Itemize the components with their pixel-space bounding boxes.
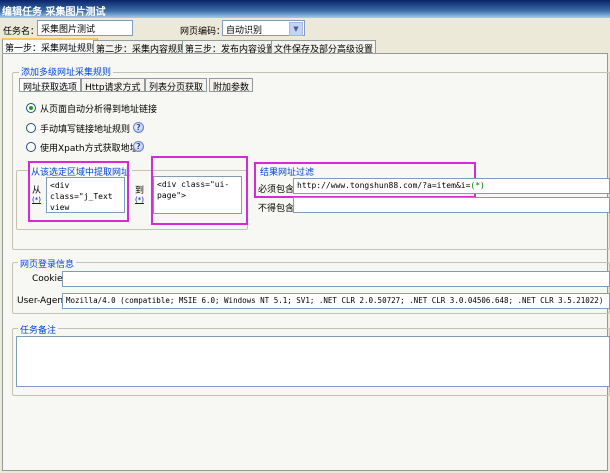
radio-xpath-dot[interactable] [26,142,36,152]
radio-manual-rule-label: 手动填写链接地址规则 [40,125,131,135]
help-icon[interactable]: ? [133,141,144,152]
user-agent-input[interactable]: Mozilla/4.0 (compatible; MSIE 6.0; Windo… [62,293,610,309]
radio-xpath[interactable]: 使用Xpath方式获取地址 [26,141,226,154]
filter-group-title: 结果网址过滤 [258,165,317,178]
subtab-url-options[interactable]: 网址获取选项 [19,78,82,93]
start-marker-input[interactable]: <div class="j_Text view clearfix"> [46,177,125,213]
to-token-link[interactable]: (*) [135,196,144,204]
radio-xpath-label: 使用Xpath方式获取地址 [40,144,139,154]
cookie-input[interactable] [62,271,610,287]
encoding-value: 自动识别 [226,26,263,36]
from-token-link[interactable]: (*) [32,196,41,204]
notes-textarea[interactable] [16,336,610,387]
subtab-extra-params[interactable]: 附加参数 [209,78,254,93]
must-include-value: http://www.tongshun88.com/?a=item&i= [297,181,471,190]
task-name-label: 任务名： [3,27,40,37]
task-name-input[interactable]: 采集图片测试 [37,20,133,36]
to-label: 到 [135,186,145,196]
subtab-extra-params-label: 附加参数 [213,83,250,93]
login-group-title: 网页登录信息 [18,257,77,270]
subtab-list-paging-label: 列表分页获取 [149,83,204,93]
from-label: 从 [32,186,42,196]
notes-group-title: 任务备注 [18,323,59,336]
window-titlebar: 编辑任务 采集图片测试 [0,0,610,18]
subtab-http-method[interactable]: Http请求方式 [81,78,145,93]
chevron-down-icon[interactable]: ▼ [289,22,303,36]
cookie-label: Cookie [32,274,63,284]
radio-auto-analyze-dot[interactable] [26,103,36,113]
subtab-http-method-label: Http请求方式 [85,83,141,93]
tab-step3[interactable]: 第三步：发布内容设置 [182,40,279,55]
help-icon[interactable]: ? [133,122,144,133]
subtab-list-paging[interactable]: 列表分页获取 [145,78,208,93]
radio-auto-analyze[interactable]: 从页面自动分析得到地址链接 [26,102,226,115]
tab-advanced[interactable]: 文件保存及部分高级设置 [271,40,377,55]
encoding-select[interactable]: 自动识别 ▼ [222,20,305,36]
encoding-label: 网页编码： [180,27,226,37]
tab-step2[interactable]: 第二步：采集内容规则 [93,40,190,55]
subtab-url-options-label: 网址获取选项 [23,83,78,93]
window-title: 编辑任务 采集图片测试 [2,7,106,18]
must-include-input[interactable]: http://www.tongshun88.com/?a=item&i=(*) [293,178,610,194]
end-marker-input[interactable]: <div class="ui-page"> [153,176,242,214]
must-include-token: (*) [470,181,485,190]
radio-auto-analyze-label: 从页面自动分析得到地址链接 [40,105,158,115]
tab-step1[interactable]: 第一步：采集网址规则 [2,38,99,54]
exclude-label: 不得包含 [258,204,295,214]
rules-group-title: 添加多级网址采集规则 [19,65,114,78]
radio-manual-rule[interactable]: 手动填写链接地址规则 [26,122,226,135]
must-include-label: 必须包含 [258,185,295,195]
user-agent-label: User-Agent [17,296,67,306]
exclude-input[interactable] [293,197,610,213]
radio-manual-rule-dot[interactable] [26,123,36,133]
